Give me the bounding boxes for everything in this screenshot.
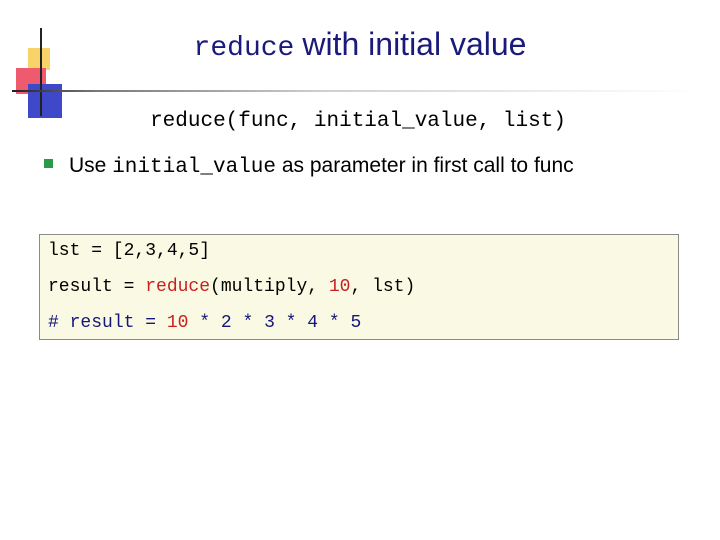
code-line-2-num: 10 xyxy=(328,277,351,297)
code-line-3-post: * 2 * 3 * 4 * 5 xyxy=(188,313,362,333)
code-line-2-post: , lst) xyxy=(350,277,416,297)
slide-title-text: with initial value xyxy=(302,26,527,62)
title-underline xyxy=(12,90,702,92)
code-comment-hash: # xyxy=(48,313,59,333)
square-bullet-icon xyxy=(44,158,53,168)
slide-title: reduce with initial value xyxy=(0,26,720,64)
code-block: lst = [2,3,4,5] result = reduce(multiply… xyxy=(39,234,679,340)
code-line-3-pre: result = xyxy=(58,313,167,333)
code-line-2-pre: result = xyxy=(48,277,146,297)
code-line-2-func: reduce xyxy=(145,277,211,297)
code-line-2: result = reduce(multiply, 10, lst) xyxy=(48,277,415,297)
bullet-item: Use initial_value as parameter in first … xyxy=(44,154,574,179)
code-line-2-mid: (multiply, xyxy=(210,277,329,297)
function-signature: reduce(func, initial_value, list) xyxy=(150,110,566,133)
slide-title-code: reduce xyxy=(193,33,295,64)
code-line-1: lst = [2,3,4,5] xyxy=(48,241,211,261)
code-line-3: # result = 10 * 2 * 3 * 4 * 5 xyxy=(48,313,361,333)
bullet-text-pre: Use xyxy=(69,154,113,177)
bullet-text-post: as parameter in first call to func xyxy=(276,154,574,177)
bullet-code: initial_value xyxy=(112,156,277,179)
code-line-3-num: 10 xyxy=(166,313,189,333)
